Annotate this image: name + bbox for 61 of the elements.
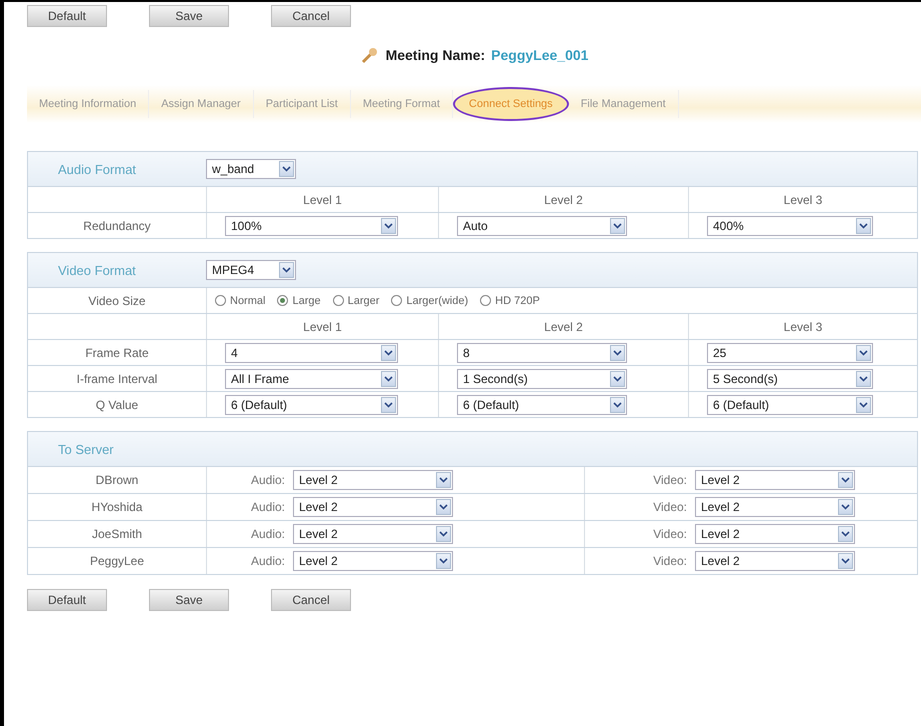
dropdown[interactable]: 5 Second(s)	[707, 368, 873, 388]
dropdown[interactable]: All I Frame	[225, 368, 398, 388]
participant-name: PeggyLee	[90, 554, 144, 568]
participant-name: DBrown	[96, 473, 138, 487]
radio-option[interactable]: Larger(wide)	[391, 294, 468, 306]
dropdown[interactable]: Auto	[457, 216, 627, 236]
toolbar-button[interactable]: Default	[27, 5, 107, 27]
column-header: Level 1	[303, 320, 342, 334]
row-label: Frame Rate	[85, 346, 149, 360]
dropdown[interactable]: Level 2	[695, 497, 855, 517]
toolbar-button[interactable]: Cancel	[271, 589, 351, 611]
dropdown[interactable]: 8	[457, 342, 627, 362]
video-label: Video:	[652, 500, 688, 514]
row-label: Redundancy	[83, 218, 151, 232]
toolbar-button[interactable]: Save	[149, 589, 229, 611]
toolbar-button[interactable]: Save	[149, 5, 229, 27]
video-label: Video:	[652, 473, 688, 487]
video-label: Video:	[652, 554, 688, 568]
dropdown[interactable]: 400%	[707, 216, 873, 236]
row-label: Q Value	[96, 398, 138, 412]
radio-option[interactable]: Normal	[215, 294, 266, 306]
dropdown[interactable]: 100%	[225, 216, 398, 236]
audio-label: Audio:	[250, 527, 286, 541]
dropdown[interactable]: 25	[707, 342, 873, 362]
section-title: Video Format	[57, 262, 137, 278]
dropdown[interactable]: Level 2	[293, 551, 453, 571]
meeting-name-value: PeggyLee_001	[491, 47, 588, 63]
audio-label: Audio:	[250, 500, 286, 514]
dropdown[interactable]: Level 2	[695, 470, 855, 490]
radio-option[interactable]: Larger	[332, 294, 380, 306]
dropdown[interactable]: 6 (Default)	[225, 394, 398, 414]
dropdown[interactable]: 6 (Default)	[707, 394, 873, 414]
column-header: Level 1	[303, 192, 342, 206]
section-title: Audio Format	[57, 162, 138, 176]
dropdown[interactable]: Level 2	[293, 497, 453, 517]
dropdown[interactable]: w_band	[206, 159, 296, 179]
audio-label: Audio:	[250, 473, 286, 487]
radio-option[interactable]: Large	[277, 294, 321, 306]
row-label: I-frame Interval	[76, 372, 158, 386]
audio-label: Audio:	[250, 554, 286, 568]
participant-name: JoeSmith	[92, 527, 142, 541]
column-header: Level 3	[784, 320, 822, 334]
participant-name: HYoshida	[92, 500, 142, 514]
column-header: Level 3	[784, 192, 822, 206]
dropdown[interactable]: Level 2	[695, 551, 855, 571]
radio-option[interactable]: HD 720P	[480, 294, 540, 306]
meeting-name-label: Meeting Name:	[386, 47, 486, 63]
video-label: Video:	[652, 527, 688, 541]
dropdown[interactable]: Level 2	[293, 524, 453, 544]
dropdown[interactable]: 1 Second(s)	[457, 368, 627, 388]
column-header: Level 2	[544, 320, 583, 334]
row-label: Video Size	[88, 294, 146, 308]
dropdown[interactable]: Level 2	[695, 524, 855, 544]
dropdown[interactable]: 6 (Default)	[457, 394, 627, 414]
dropdown[interactable]: MPEG4	[206, 260, 296, 280]
column-header: Level 2	[544, 192, 583, 206]
section-title: To Server	[57, 442, 115, 456]
dropdown[interactable]: 4	[225, 342, 398, 362]
dropdown[interactable]: Level 2	[293, 470, 453, 490]
toolbar-button[interactable]: Cancel	[271, 5, 351, 27]
toolbar-button[interactable]: Default	[27, 589, 107, 611]
